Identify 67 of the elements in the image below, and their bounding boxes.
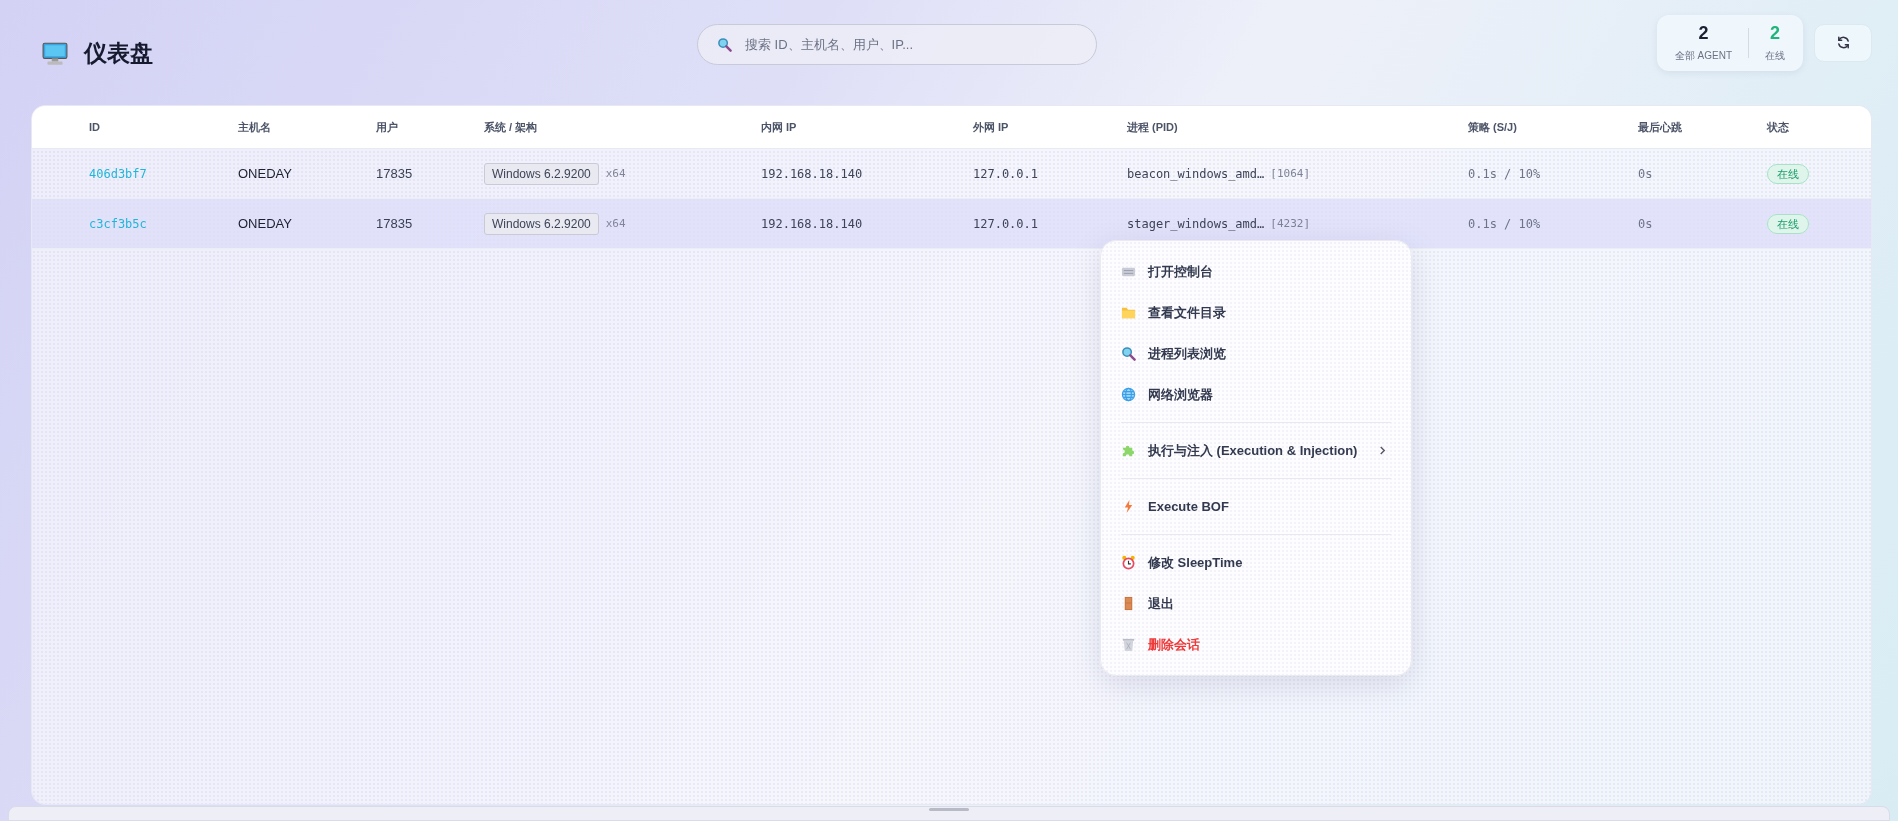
menu-item[interactable]: 进程列表浏览 <box>1101 333 1411 374</box>
menu-item[interactable]: 查看文件目录 <box>1101 292 1411 333</box>
menu-item-label: 执行与注入 (Execution & Injection) <box>1148 441 1358 460</box>
menu-item[interactable]: 修改 SleepTime <box>1101 542 1411 583</box>
table-cell-text: 0s <box>1638 166 1654 181</box>
menu-item-label: Execute BOF <box>1148 499 1229 514</box>
menu-item[interactable]: 退出 <box>1101 583 1411 624</box>
table-cell-text: 0.1s / 10% <box>1468 166 1542 181</box>
table-cell-text: 17835 <box>376 216 414 231</box>
menu-item[interactable]: 删除会话 <box>1101 624 1411 665</box>
puzzle-icon <box>1121 443 1136 458</box>
menu-item[interactable]: 网络浏览器 <box>1101 374 1411 415</box>
stat-label: 在线 <box>1765 48 1785 63</box>
stat-value: 2 <box>1698 22 1709 44</box>
menu-item-label: 网络浏览器 <box>1148 385 1213 404</box>
globe-icon <box>1121 387 1136 402</box>
table-cell-text: 17835 <box>376 166 414 181</box>
menu-item-label: 修改 SleepTime <box>1148 553 1243 572</box>
resize-handle[interactable] <box>929 808 969 811</box>
table-cell-text: 127.0.0.1 <box>973 216 1040 231</box>
stat-value: 2 <box>1770 22 1780 44</box>
menu-item-label: 进程列表浏览 <box>1148 344 1226 363</box>
alarm-clock-icon <box>1121 555 1136 570</box>
table-cell-text: 0.1s / 10% <box>1468 216 1542 231</box>
refresh-icon <box>1835 35 1851 50</box>
column-header: 外网 IP <box>973 119 1010 135</box>
column-header: 状态 <box>1767 119 1790 135</box>
os-tag: Windows 6.2.9200 <box>484 162 599 185</box>
column-header: ID <box>89 121 101 133</box>
column-header: 用户 <box>376 119 399 135</box>
column-header: 系统 / 架构 <box>484 119 539 135</box>
stat-label: 全部 AGENT <box>1674 48 1732 63</box>
menu-item-label: 删除会话 <box>1148 635 1200 654</box>
wastebasket-icon <box>1121 637 1136 652</box>
process-pid: [4232] <box>1270 217 1311 230</box>
status-badge: 在线 <box>1767 213 1809 234</box>
process-pid: [1064] <box>1270 167 1311 180</box>
column-header: 最后心跳 <box>1638 119 1683 135</box>
arch-text: x64 <box>605 217 626 230</box>
process-name: stager_windows_amd… <box>1127 216 1265 231</box>
column-header: 内网 IP <box>761 119 798 135</box>
table-cell-text: 192.168.18.140 <box>761 216 864 231</box>
menu-item-label: 查看文件目录 <box>1148 303 1226 322</box>
folder-icon <box>1121 305 1136 320</box>
os-tag: Windows 6.2.9200 <box>484 212 599 235</box>
table-cell-text: ONEDAY <box>238 166 293 181</box>
status-badge: 在线 <box>1767 163 1809 184</box>
table-cell-text: 0s <box>1638 216 1654 231</box>
arch-text: x64 <box>605 167 626 180</box>
refresh-button[interactable] <box>1814 23 1872 62</box>
menu-item-label: 退出 <box>1148 594 1174 613</box>
magnifier-icon <box>1121 346 1136 361</box>
menu-item-label: 打开控制台 <box>1148 262 1213 281</box>
process-name: beacon_windows_amd… <box>1127 166 1265 181</box>
column-header: 进程 (PID) <box>1127 119 1179 135</box>
column-header: 策略 (S/J) <box>1468 119 1518 135</box>
menu-item[interactable]: 执行与注入 (Execution & Injection) <box>1101 430 1411 471</box>
column-header: 主机名 <box>238 119 272 135</box>
table-cell-text: 192.168.18.140 <box>761 166 864 181</box>
menu-item[interactable]: 打开控制台 <box>1101 251 1411 292</box>
menu-item[interactable]: Execute BOF <box>1101 486 1411 527</box>
table-cell-text: ONEDAY <box>238 216 293 231</box>
page-title: 仪表盘 <box>84 39 153 68</box>
table-cell-text: 127.0.0.1 <box>973 166 1040 181</box>
monitor-icon <box>42 41 68 66</box>
search-field[interactable]: 搜索 ID、主机名、用户、IP... <box>697 24 1097 65</box>
table-row[interactable]: c3cf3b5c ONEDAY 17835 Windows 6.2.9200 x64 192.168.18.140 127.0.0.1 stager_windows_amd… [4232] 0.1s / 10% 0s 在线 <box>32 199 1871 249</box>
